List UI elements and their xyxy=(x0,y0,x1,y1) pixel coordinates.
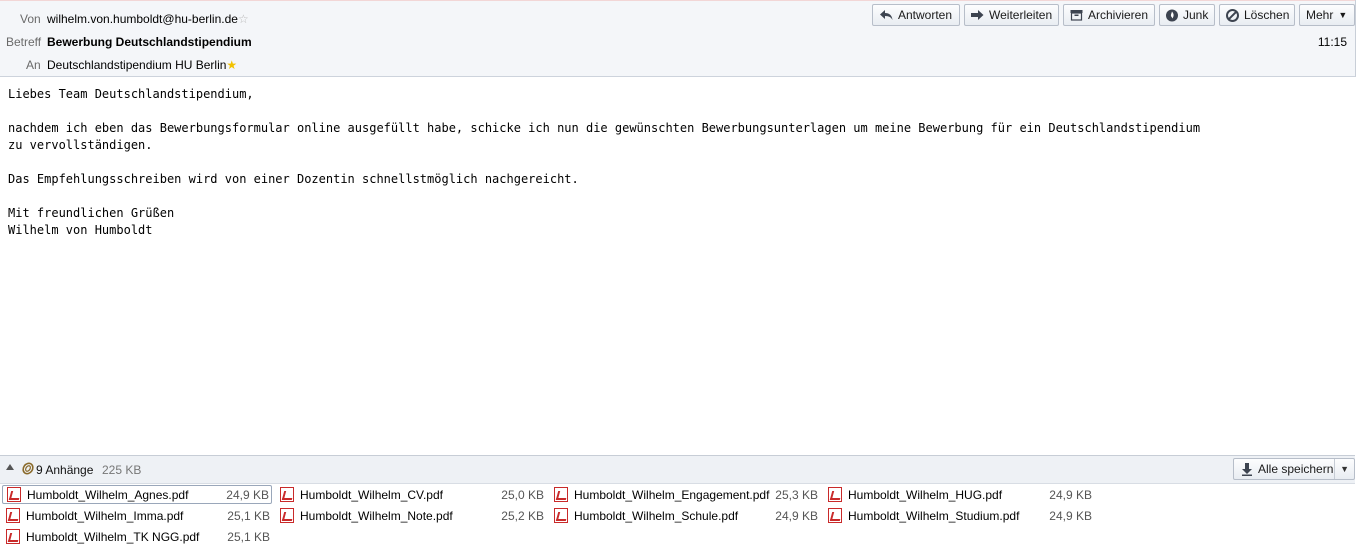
chevron-down-icon: ▼ xyxy=(1340,464,1350,474)
attachment-size: 24,9 KB xyxy=(1049,487,1092,502)
header-top-line xyxy=(0,0,1355,1)
attachment-size: 25,2 KB xyxy=(501,508,544,523)
attachment-name: Humboldt_Wilhelm_Schule.pdf xyxy=(574,508,739,523)
attachment-total-size: 225 KB xyxy=(102,463,142,477)
archive-button[interactable]: Archivieren xyxy=(1063,4,1155,26)
attachment-name: Humboldt_Wilhelm_Engagement.pdf xyxy=(574,487,770,502)
pdf-file-icon xyxy=(6,508,20,523)
save-all-dropdown[interactable]: ▼ xyxy=(1334,459,1354,479)
pdf-file-icon xyxy=(7,487,21,502)
attachment-item[interactable]: Humboldt_Wilhelm_HUG.pdf 24,9 KB xyxy=(824,485,1094,504)
attachment-name: Humboldt_Wilhelm_Imma.pdf xyxy=(26,508,184,523)
junk-button[interactable]: Junk xyxy=(1159,4,1215,26)
paragraph-1: nachdem ich eben das Bewerbungsformular … xyxy=(8,121,1201,152)
message-header: Von wilhelm.von.humboldt@hu-berlin.de☆ B… xyxy=(0,0,1356,77)
attachment-list: Humboldt_Wilhelm_Agnes.pdf 24,9 KB Humbo… xyxy=(0,484,1355,548)
junk-flame-icon xyxy=(1166,8,1178,22)
signature-line: Wilhelm von Humboldt xyxy=(8,223,153,237)
pdf-file-icon xyxy=(280,487,294,502)
attachment-item[interactable]: Humboldt_Wilhelm_Schule.pdf 24,9 KB xyxy=(550,506,820,525)
save-all-label: Alle speichern xyxy=(1258,462,1334,476)
subject-label: Betreff xyxy=(6,35,42,49)
pdf-file-icon xyxy=(828,508,842,523)
attachment-item[interactable]: Humboldt_Wilhelm_CV.pdf 25,0 KB xyxy=(276,485,546,504)
attachment-item[interactable]: Humboldt_Wilhelm_Agnes.pdf 24,9 KB xyxy=(2,485,272,504)
junk-label: Junk xyxy=(1183,8,1209,22)
attachment-size: 24,9 KB xyxy=(226,487,269,502)
forward-button[interactable]: Weiterleiten xyxy=(964,4,1059,26)
more-label: Mehr xyxy=(1306,8,1334,22)
starred-contact-icon[interactable]: ★ xyxy=(226,58,237,72)
attachments-bar[interactable]: 9 Anhänge 225 KB Alle speichern ▼ xyxy=(0,455,1355,484)
closing-line: Mit freundlichen Grüßen xyxy=(8,206,175,220)
pdf-file-icon xyxy=(280,508,294,523)
from-address-text[interactable]: wilhelm.von.humboldt@hu-berlin.de xyxy=(47,12,238,26)
attachment-size: 24,9 KB xyxy=(1049,508,1092,523)
greeting-line: Liebes Team Deutschlandstipendium, xyxy=(8,87,254,101)
attachment-item[interactable]: Humboldt_Wilhelm_Engagement.pdf 25,3 KB xyxy=(550,485,820,504)
more-button[interactable]: Mehr ▼ xyxy=(1299,4,1355,26)
attachment-name: Humboldt_Wilhelm_TK NGG.pdf xyxy=(26,529,200,544)
paragraph-2: Das Empfehlungsschreiben wird von einer … xyxy=(8,172,579,186)
to-address[interactable]: Deutschlandstipendium HU Berlin★ xyxy=(47,58,237,72)
to-address-text[interactable]: Deutschlandstipendium HU Berlin xyxy=(47,58,226,72)
pdf-file-icon xyxy=(554,508,568,523)
from-label: Von xyxy=(20,12,41,26)
save-all-main[interactable]: Alle speichern xyxy=(1234,462,1334,476)
attachment-name: Humboldt_Wilhelm_Note.pdf xyxy=(300,508,453,523)
message-body: Liebes Team Deutschlandstipendium, nachd… xyxy=(8,86,1348,239)
paperclip-icon xyxy=(22,462,34,478)
attachment-size: 25,1 KB xyxy=(227,508,270,523)
forward-arrow-icon xyxy=(971,8,984,22)
attachment-name: Humboldt_Wilhelm_Studium.pdf xyxy=(848,508,1020,523)
attachment-item[interactable]: Humboldt_Wilhelm_Studium.pdf 24,9 KB xyxy=(824,506,1094,525)
pdf-file-icon xyxy=(6,529,20,544)
collapse-toggle-icon[interactable] xyxy=(6,464,14,470)
archive-box-icon xyxy=(1070,8,1083,22)
attachment-item[interactable]: Humboldt_Wilhelm_Note.pdf 25,2 KB xyxy=(276,506,546,525)
attachment-count[interactable]: 9 Anhänge xyxy=(36,463,93,477)
reply-button[interactable]: Antworten xyxy=(872,4,960,26)
from-address[interactable]: wilhelm.von.humboldt@hu-berlin.de☆ xyxy=(47,12,249,26)
chevron-down-icon: ▼ xyxy=(1338,10,1348,20)
attachment-size: 25,1 KB xyxy=(227,529,270,544)
attachment-item[interactable]: Humboldt_Wilhelm_Imma.pdf 25,1 KB xyxy=(2,506,272,525)
attachment-size: 24,9 KB xyxy=(775,508,818,523)
delete-button[interactable]: Löschen xyxy=(1219,4,1295,26)
star-icon[interactable]: ☆ xyxy=(238,12,249,26)
save-all-button[interactable]: Alle speichern ▼ xyxy=(1233,458,1355,480)
to-label: An xyxy=(26,58,41,72)
attachment-size: 25,0 KB xyxy=(501,487,544,502)
download-arrow-icon xyxy=(1240,462,1254,476)
pdf-file-icon xyxy=(554,487,568,502)
forward-label: Weiterleiten xyxy=(989,8,1053,22)
pdf-file-icon xyxy=(828,487,842,502)
attachment-item[interactable]: Humboldt_Wilhelm_TK NGG.pdf 25,1 KB xyxy=(2,527,272,546)
attachment-name: Humboldt_Wilhelm_HUG.pdf xyxy=(848,487,1003,502)
message-time: 11:15 xyxy=(1317,35,1347,49)
reply-label: Antworten xyxy=(898,8,953,22)
reply-arrow-icon xyxy=(879,8,893,22)
attachment-name: Humboldt_Wilhelm_CV.pdf xyxy=(300,487,443,502)
attachment-name: Humboldt_Wilhelm_Agnes.pdf xyxy=(27,487,189,502)
delete-circle-icon xyxy=(1226,8,1239,22)
archive-label: Archivieren xyxy=(1088,8,1149,22)
attachment-size: 25,3 KB xyxy=(775,487,818,502)
subject-value: Bewerbung Deutschlandstipendium xyxy=(47,35,252,49)
delete-label: Löschen xyxy=(1244,8,1290,22)
